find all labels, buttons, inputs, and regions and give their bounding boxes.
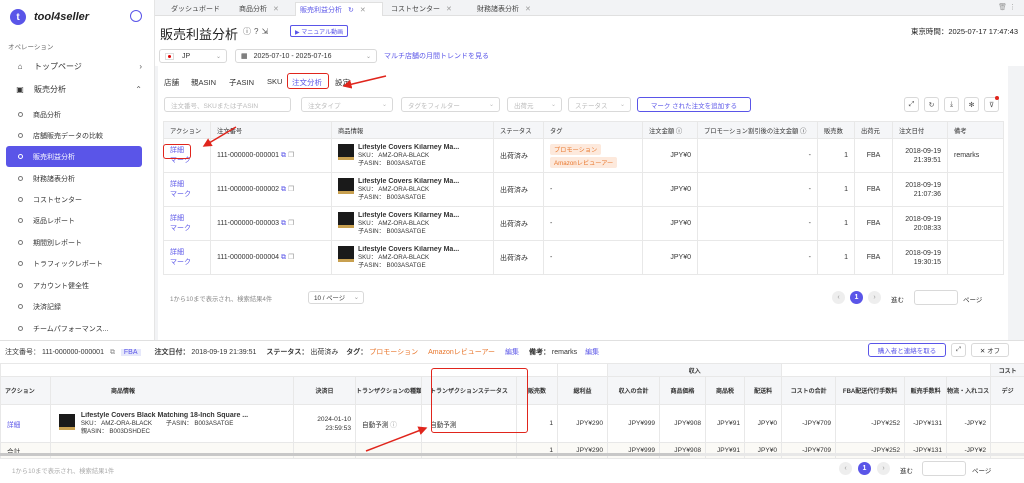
annotation-arrows [202, 75, 428, 452]
arrow-detail [202, 126, 237, 147]
arrow-status [365, 426, 428, 452]
arrow-subtab [342, 75, 387, 89]
